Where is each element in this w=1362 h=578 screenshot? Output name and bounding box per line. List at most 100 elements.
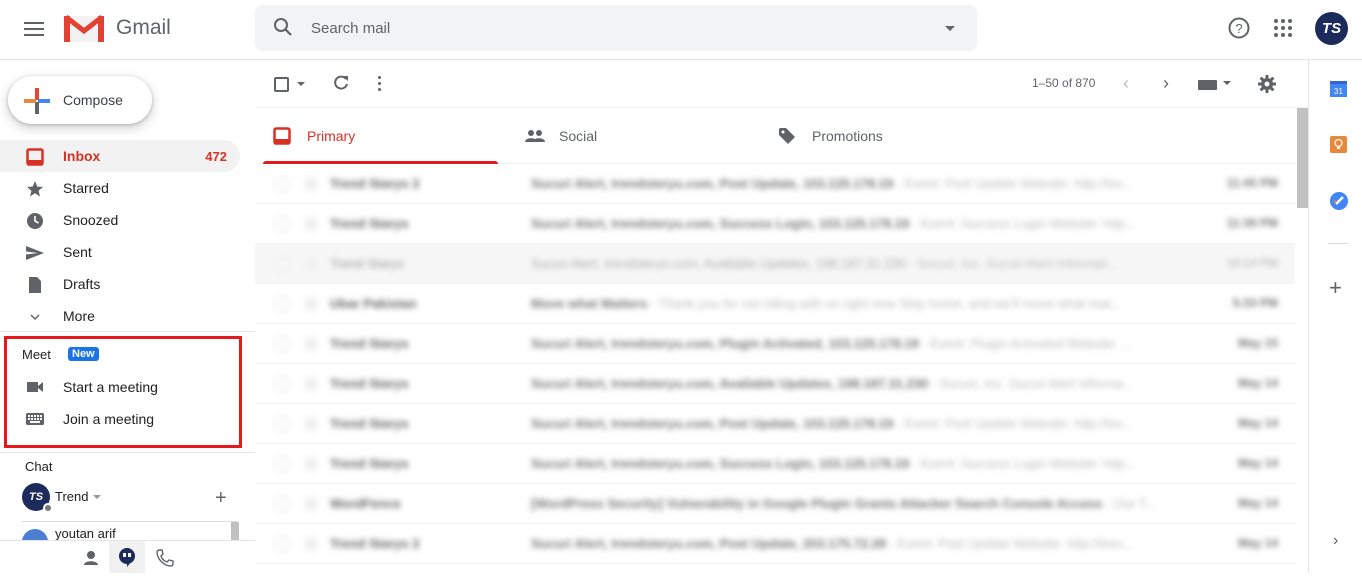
divider (0, 452, 255, 453)
email-subject: Sucuri Alert, trendsterys.com, Success L… (531, 216, 1181, 231)
sidebar-item-more[interactable]: More (0, 300, 240, 332)
star-icon[interactable] (304, 217, 318, 231)
row-checkbox[interactable] (274, 336, 290, 352)
phone-icon[interactable] (155, 548, 175, 568)
tab-primary[interactable]: Primary (255, 108, 505, 164)
star-icon[interactable] (304, 337, 318, 351)
calendar-icon[interactable]: 31 (1330, 80, 1347, 97)
search-input[interactable] (311, 15, 911, 41)
star-icon[interactable] (304, 497, 318, 511)
tab-social[interactable]: Social (507, 108, 757, 164)
email-subject: Sucuri Alert, trendsterys.com, Plugin Ac… (531, 336, 1181, 351)
row-checkbox[interactable] (274, 216, 290, 232)
email-row[interactable]: Trend Starys Sucuri Alert, trendsterys.c… (255, 204, 1295, 244)
email-row[interactable]: Trend Starys Sucuri Alert, trendsterys.c… (255, 404, 1295, 444)
subject-text: Sucuri Alert, trendsterys.com, Post Upda… (531, 536, 886, 551)
row-checkbox[interactable] (274, 416, 290, 432)
star-icon[interactable] (304, 537, 318, 551)
svg-text:31: 31 (1334, 87, 1343, 96)
email-row[interactable]: Trend Starys Sucuri Alert, trendsterys.c… (255, 444, 1295, 484)
sidebar: Compose Inbox 472 Starred Snoozed Sent D… (0, 60, 255, 573)
sidebar-item-label: Drafts (63, 276, 101, 292)
row-checkbox[interactable] (274, 176, 290, 192)
refresh-icon[interactable] (332, 74, 350, 97)
star-icon[interactable] (304, 457, 318, 471)
star-icon[interactable] (304, 257, 318, 271)
email-date: May 14 (1237, 416, 1278, 430)
email-row[interactable]: Trend Starys 2 Sucuri Alert, trendsterys… (255, 524, 1295, 564)
email-sender: Trend Starys (330, 376, 409, 391)
email-row[interactable]: Trend Starys 2 Sucuri Alert, trendsterys… (255, 164, 1295, 204)
tab-promotions[interactable]: Promotions (760, 108, 1010, 164)
keep-lightbulb-icon[interactable] (1330, 136, 1347, 153)
compose-button[interactable]: Compose (8, 76, 152, 124)
email-subject: Sucuri Alert, trendsterys.com, Post Upda… (531, 176, 1181, 191)
row-checkbox[interactable] (274, 296, 290, 312)
select-options-caret-icon[interactable] (297, 82, 305, 86)
new-badge: New (68, 347, 99, 361)
star-icon[interactable] (304, 377, 318, 391)
mail-toolbar: 1–50 of 870 ‹ › (255, 60, 1308, 108)
row-checkbox[interactable] (274, 496, 290, 512)
snippet-text: - Sucuri, Inc. Sucuri Alert Informa... (928, 376, 1134, 391)
main-menu-button[interactable] (22, 18, 48, 42)
meet-item-label: Start a meeting (63, 379, 158, 395)
star-icon[interactable] (304, 417, 318, 431)
tasks-icon[interactable] (1330, 192, 1348, 210)
chat-scrollbar[interactable] (231, 522, 239, 540)
sidebar-item-sent[interactable]: Sent (0, 236, 240, 268)
select-all-checkbox[interactable] (274, 77, 289, 92)
sidebar-item-drafts[interactable]: Drafts (0, 268, 240, 300)
sidebar-item-snoozed[interactable]: Snoozed (0, 204, 240, 236)
email-date: 10:14 PM (1226, 256, 1278, 270)
row-checkbox[interactable] (274, 456, 290, 472)
input-tools-caret-icon[interactable] (1223, 81, 1231, 85)
chevron-right-icon[interactable]: › (1163, 73, 1169, 94)
search-options-caret-icon[interactable] (945, 26, 955, 31)
contacts-person-icon[interactable] (81, 548, 101, 568)
search-icon[interactable] (273, 17, 293, 42)
snippet-text: - Event: Post Update Website: http://tre… (893, 416, 1133, 431)
row-checkbox[interactable] (274, 376, 290, 392)
input-tools-keyboard-icon[interactable] (1198, 80, 1217, 90)
email-list-scrollbar[interactable] (1297, 108, 1308, 208)
join-meeting-button[interactable]: Join a meeting (0, 404, 240, 434)
more-vertical-icon[interactable] (378, 76, 381, 94)
email-row[interactable]: WordFence [WordPress Security] Vulnerabi… (255, 484, 1295, 524)
sidebar-item-starred[interactable]: Starred (0, 172, 240, 204)
inbox-icon (26, 148, 44, 166)
sidebar-item-label: Sent (63, 244, 92, 260)
email-row[interactable]: Trend Starys Sucuri Alert, trendsterys.c… (255, 244, 1295, 284)
draft-icon (26, 276, 44, 294)
email-row[interactable]: Trend Starys Sucuri Alert, trendsterys.c… (255, 364, 1295, 404)
svg-text:?: ? (1235, 21, 1242, 36)
help-icon[interactable]: ? (1228, 17, 1250, 44)
start-meeting-button[interactable]: Start a meeting (0, 372, 240, 402)
chat-user-status[interactable]: TS Trend (22, 483, 222, 513)
chat-user-name: Trend (55, 489, 89, 504)
snippet-text: - Event: Post Update Website: http://tre… (886, 536, 1133, 551)
gmail-logo-icon[interactable] (64, 14, 104, 49)
email-row[interactable]: Ubar Pakistan Move what Matters - Thank … (255, 284, 1295, 324)
email-sender: Trend Starys (330, 336, 409, 351)
account-avatar[interactable]: TS (1315, 12, 1348, 45)
new-chat-plus-icon[interactable]: + (215, 488, 227, 508)
google-apps-icon[interactable] (1274, 19, 1292, 37)
sidebar-item-inbox[interactable]: Inbox 472 (0, 140, 240, 172)
star-icon[interactable] (304, 177, 318, 191)
get-addons-plus-icon[interactable]: + (1329, 277, 1342, 299)
row-checkbox[interactable] (274, 536, 290, 552)
gear-icon[interactable] (1257, 74, 1277, 99)
email-subject: Sucuri Alert, trendsterys.com, Post Upda… (531, 536, 1181, 551)
chevron-left-icon[interactable]: ‹ (1123, 73, 1129, 94)
email-sender: Ubar Pakistan (330, 296, 417, 311)
menu-icon-line (24, 28, 44, 30)
show-side-panel-chevron-icon[interactable]: › (1333, 532, 1338, 550)
star-icon[interactable] (304, 297, 318, 311)
chat-bottom-tabs (0, 540, 255, 573)
hangouts-chat-icon[interactable] (109, 541, 145, 573)
chat-contact[interactable]: youtan arif (22, 526, 237, 540)
row-checkbox[interactable] (274, 256, 290, 272)
subject-text: Sucuri Alert, trendsterys.com, Post Upda… (531, 416, 894, 431)
email-row[interactable]: Trend Starys Sucuri Alert, trendsterys.c… (255, 324, 1295, 364)
